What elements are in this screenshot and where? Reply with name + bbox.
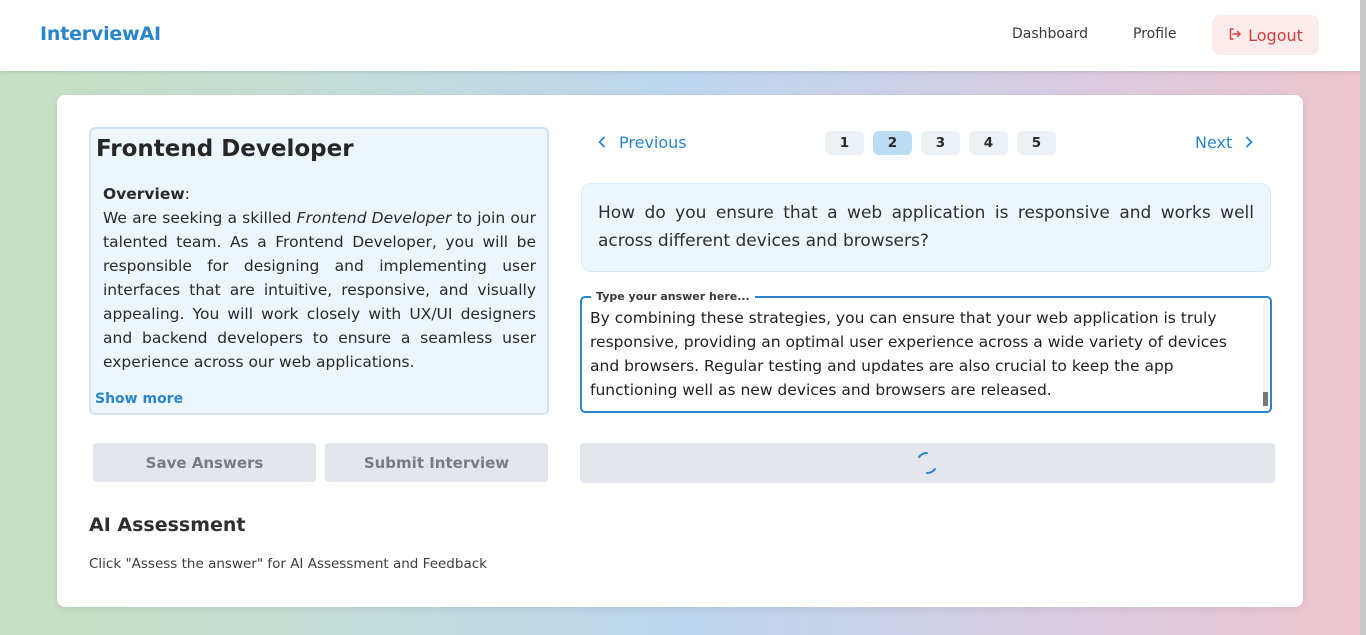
previous-question-button[interactable]: Previous xyxy=(597,133,687,152)
answer-scrollbar-thumb[interactable] xyxy=(1263,392,1268,406)
ai-assessment-title: AI Assessment xyxy=(89,514,246,536)
answer-text[interactable]: By combining these strategies, you can e… xyxy=(590,306,1254,402)
page-scrollbar-thumb[interactable] xyxy=(1360,0,1366,635)
job-overview: Overview: We are seeking a skilled Front… xyxy=(103,182,536,374)
page-3-button[interactable]: 3 xyxy=(921,131,960,155)
page-1-button[interactable]: 1 xyxy=(825,131,864,155)
next-label: Next xyxy=(1195,133,1233,152)
show-more-link[interactable]: Show more xyxy=(95,391,183,407)
ai-assessment-hint: Click "Assess the answer" for AI Assessm… xyxy=(89,556,487,572)
submit-interview-button[interactable]: Submit Interview xyxy=(325,443,548,482)
chevron-left-icon xyxy=(597,133,607,152)
logout-button[interactable]: Logout xyxy=(1212,15,1319,55)
overview-label: Overview xyxy=(103,185,185,203)
job-title: Frontend Developer xyxy=(96,136,354,162)
page-4-button[interactable]: 4 xyxy=(969,131,1008,155)
page-2-button[interactable]: 2 xyxy=(873,131,912,155)
overview-text-start: We are seeking a skilled xyxy=(103,209,297,227)
logout-icon xyxy=(1228,26,1242,45)
answer-field-label: Type your answer here... xyxy=(591,290,755,303)
question-text: How do you ensure that a web application… xyxy=(598,203,1254,251)
brand-logo[interactable]: InterviewAI xyxy=(40,23,161,45)
interview-card: Frontend Developer Overview: We are seek… xyxy=(57,95,1303,607)
chevron-right-icon xyxy=(1244,133,1254,152)
question-box: How do you ensure that a web application… xyxy=(581,183,1271,272)
logout-label: Logout xyxy=(1248,25,1303,45)
save-answers-button[interactable]: Save Answers xyxy=(93,443,316,482)
assess-answer-button[interactable] xyxy=(580,443,1275,483)
overview-text-rest: to join our talented team. As a Frontend… xyxy=(103,209,536,371)
previous-label: Previous xyxy=(619,133,687,152)
nav-dashboard-link[interactable]: Dashboard xyxy=(1012,26,1088,42)
overview-colon: : xyxy=(184,185,190,203)
next-question-button[interactable]: Next xyxy=(1195,133,1254,152)
answer-textarea[interactable]: Type your answer here... By combining th… xyxy=(580,290,1272,413)
overview-role: Frontend Developer xyxy=(296,209,452,227)
page-5-button[interactable]: 5 xyxy=(1017,131,1056,155)
nav-profile-link[interactable]: Profile xyxy=(1133,26,1177,42)
spinner-icon xyxy=(914,450,940,476)
job-description-panel: Frontend Developer Overview: We are seek… xyxy=(89,127,549,415)
top-navbar: InterviewAI Dashboard Profile Logout xyxy=(0,0,1360,71)
